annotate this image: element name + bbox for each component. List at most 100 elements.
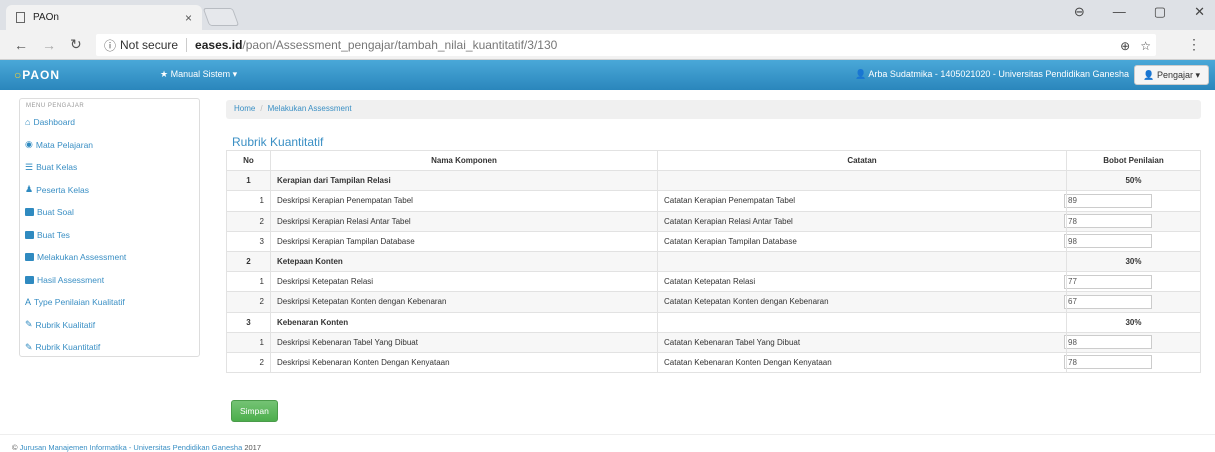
pencil-icon: ✎ [25,319,33,330]
sidebar-item-hasil-assessment[interactable]: Hasil Assessment [20,269,199,292]
url-path: /paon/Assessment_pengajar/tambah_nilai_k… [242,38,558,52]
group-no: 3 [226,311,271,333]
brand-o-icon: ○ [14,68,23,82]
row-no: 1 [226,331,271,353]
page-title: Rubrik Kuantitatif [232,135,324,149]
table-row: 2 Deskripsi Ketepatan Konten dengan Kebe… [226,291,1201,313]
table-row: 2 Deskripsi Kebenaran Konten Dengan Keny… [226,351,1201,374]
sidebar-item-dashboard[interactable]: ⌂ Dashboard [20,111,199,134]
row-bobot-cell [1064,190,1201,212]
brand-logo[interactable]: ○PAON [14,68,60,82]
sidebar-item-buat-tes[interactable]: Buat Tes [20,224,199,247]
row-catatan: Catatan Ketepatan Konten dengan Kebenara… [657,291,1067,313]
row-bobot-cell [1064,271,1201,293]
sidebar-item-buat-kelas[interactable]: ☰ Buat Kelas [20,156,199,179]
group-name: Kebenaran Konten [270,311,658,333]
simpan-button[interactable]: Simpan [231,400,278,422]
divider [186,38,188,52]
folder-icon [25,275,34,284]
sidebar-item-rubrik-kuantitatif[interactable]: ✎ Rubrik Kuantitatif [20,336,199,359]
breadcrumb-current[interactable]: Melakukan Assessment [268,104,352,113]
row-komponen: Deskripsi Ketepatan Konten dengan Kebena… [270,291,658,313]
user-icon: ♟ [25,184,34,195]
row-catatan: Catatan Kerapian Tampilan Database [657,230,1067,252]
tab-title: PAOn [33,12,59,23]
app-navbar: ○PAON ★ Manual Sistem ▾ 👤 Arba Sudatmika… [0,60,1215,90]
zoom-icon[interactable]: ⊕ [1120,39,1130,53]
browser-tab-strip: PAOn × ⊖ — ▢ ✕ [0,0,1215,30]
nilai-input[interactable] [1064,294,1152,309]
reload-icon[interactable]: ↻ [70,36,82,53]
header-komponen: Nama Komponen [270,149,658,172]
pencil-icon: ✎ [25,341,33,352]
row-catatan: Catatan Ketepatan Relasi [657,271,1067,293]
group-bobot: 30% [1066,250,1201,273]
maximize-button[interactable]: ▢ [1154,4,1166,20]
row-no: 2 [226,351,271,374]
row-no: 3 [226,230,271,252]
row-komponen: Deskripsi Kebenaran Konten Dengan Kenyat… [270,351,658,374]
sidebar: MENU PENGAJAR ⌂ Dashboard ◉ Mata Pelajaran… [19,98,200,357]
back-icon[interactable]: ← [14,37,28,53]
url-host: eases.id [195,38,243,52]
user-info: 👤 Arba Sudatmika - 1405021020 - Universi… [855,69,1129,79]
user-icon: 👤 [855,69,869,79]
minimize-button[interactable]: — [1113,4,1126,20]
breadcrumb-home-link[interactable]: Home [234,104,255,113]
group-catatan [657,170,1067,192]
footer-year: 2017 [242,443,262,452]
nilai-input[interactable] [1064,193,1152,208]
role-dropdown-button[interactable]: 👤 Pengajar ▾ [1134,65,1209,85]
browser-tab[interactable]: PAOn × [6,5,202,30]
nilai-input[interactable] [1064,274,1152,289]
manual-sistem-menu[interactable]: ★ Manual Sistem ▾ [160,69,237,80]
row-no: 2 [226,210,271,232]
header-bobot: Bobot Penilaian [1066,149,1201,172]
tab-close-icon[interactable]: × [185,11,192,25]
row-komponen: Deskripsi Kebenaran Tabel Yang Dibuat [270,331,658,353]
profile-icon[interactable]: ⊖ [1074,4,1085,20]
list-icon: ☰ [25,161,34,172]
row-catatan: Catatan Kerapian Penempatan Tabel [657,190,1067,212]
user-icon: 👤 [1143,69,1157,80]
font-icon: A [25,297,32,308]
bookmark-star-icon[interactable]: ☆ [1140,39,1151,53]
book-icon [25,208,34,217]
url-input[interactable]: ⓘ Not secure eases.id /paon/Assessment_p… [96,34,1156,56]
footer-link[interactable]: Jurusan Manajemen Informatika - Universi… [20,443,243,452]
nilai-input[interactable] [1064,335,1152,350]
rubrik-table: No Nama Komponen Catatan Bobot Penilaian… [226,149,1201,374]
header-no: No [226,149,271,172]
row-no: 1 [226,190,271,212]
row-catatan: Catatan Kerapian Relasi Antar Tabel [657,210,1067,232]
footer: © Jurusan Manajemen Informatika - Univer… [0,434,1215,452]
group-bobot: 50% [1066,170,1201,192]
sidebar-item-melakukan-assessment[interactable]: Melakukan Assessment [20,246,199,269]
sidebar-item-type-penilaian-kualitatif[interactable]: A Type Penilaian Kualitatif [20,291,199,314]
table-row: 1 Deskripsi Kerapian Penempatan Tabel Ca… [226,190,1201,212]
close-window-button[interactable]: ✕ [1194,4,1205,20]
info-icon[interactable]: ⓘ [104,37,116,54]
nilai-input[interactable] [1064,234,1152,249]
menu-kebab-icon[interactable]: ⋮ [1187,36,1201,53]
sidebar-item-buat-soal[interactable]: Buat Soal [20,201,199,224]
new-tab-button[interactable] [202,8,240,26]
group-bobot: 30% [1066,311,1201,333]
group-row: 1 Kerapian dari Tampilan Relasi 50% [226,170,1201,192]
nilai-input[interactable] [1064,355,1152,370]
row-bobot-cell [1064,331,1201,353]
table-row: 3 Deskripsi Kerapian Tampilan Database C… [226,230,1201,252]
row-bobot-cell [1064,351,1201,374]
group-name: Kerapian dari Tampilan Relasi [270,170,658,192]
forward-icon[interactable]: → [42,37,56,53]
row-no: 1 [226,271,271,293]
sidebar-item-rubrik-kualitatif[interactable]: ✎ Rubrik Kualitatif [20,314,199,337]
row-catatan: Catatan Kebenaran Konten Dengan Kenyataa… [657,351,1067,374]
sidebar-item-mata-pelajaran[interactable]: ◉ Mata Pelajaran [20,134,199,157]
group-catatan [657,311,1067,333]
header-catatan: Catatan [657,149,1067,172]
nilai-input[interactable] [1064,214,1152,229]
omnibox-actions: ⊕ ☆ [1120,39,1151,53]
sidebar-item-peserta-kelas[interactable]: ♟ Peserta Kelas [20,179,199,202]
table-header-row: No Nama Komponen Catatan Bobot Penilaian [226,149,1201,172]
